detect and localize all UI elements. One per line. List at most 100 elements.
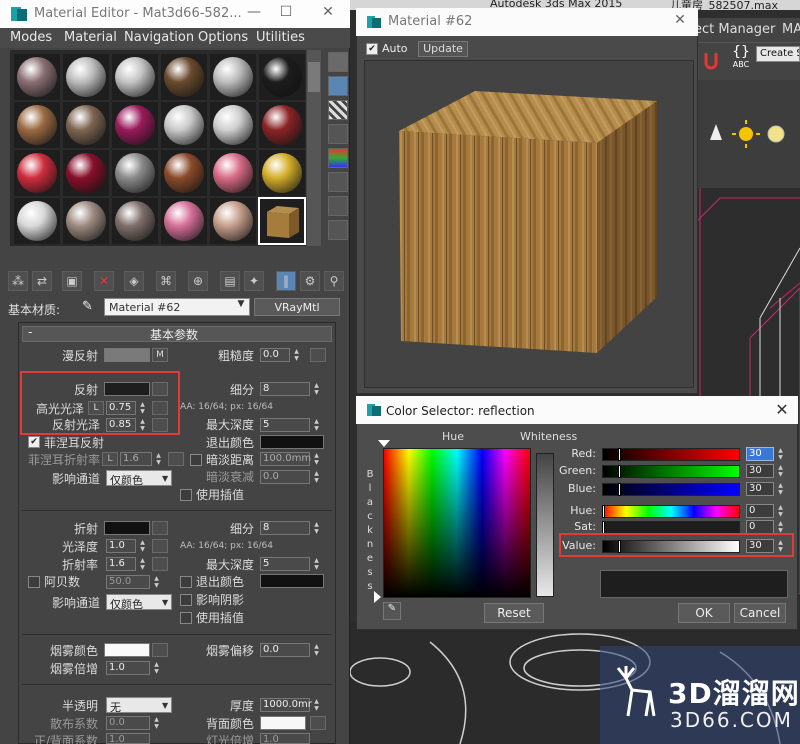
material-slot[interactable] — [14, 150, 60, 196]
pick-material-icon[interactable]: ⚲ — [324, 271, 344, 291]
collapse-icon[interactable]: - — [28, 325, 32, 339]
material-slot[interactable] — [161, 54, 207, 100]
refl-gloss-map-button[interactable] — [152, 418, 168, 432]
color-value-spinner[interactable]: 30 — [746, 447, 774, 461]
max-depth-arrows[interactable]: ▲ ▼ — [312, 418, 321, 432]
ior-map-button[interactable] — [152, 557, 168, 571]
material-id-icon[interactable]: ⊕ — [188, 271, 208, 291]
color-value-spinner[interactable]: 0 — [746, 520, 774, 534]
maximize-button[interactable]: ☐ — [272, 4, 300, 24]
abbe-spinner[interactable]: 50.0 — [106, 575, 150, 589]
backlight-icon[interactable] — [328, 76, 348, 96]
light-mult-spinner[interactable]: 1.0 — [260, 733, 310, 744]
background-icon[interactable] — [328, 100, 348, 120]
color-slider[interactable] — [602, 465, 740, 478]
material-slot[interactable] — [112, 198, 158, 244]
options-icon[interactable] — [328, 196, 348, 216]
video-color-check-icon[interactable] — [328, 148, 348, 168]
subdivs-spinner[interactable]: 8 — [260, 382, 310, 396]
diffuse-map-button[interactable]: M — [152, 348, 168, 362]
back-color-swatch[interactable] — [260, 716, 306, 730]
use-interp-checkbox[interactable] — [180, 489, 192, 501]
fwd-bck-spinner[interactable]: 1.0 — [106, 733, 150, 744]
ior-arrows[interactable]: ▲ ▼ — [138, 557, 147, 571]
material-slot[interactable] — [14, 54, 60, 100]
refr-use-interp-checkbox[interactable] — [180, 612, 192, 624]
color-value-spinner[interactable]: 30 — [746, 464, 774, 478]
refr-subdivs-arrows[interactable]: ▲ ▼ — [312, 521, 321, 535]
show-shaded-icon[interactable]: ▤ — [220, 271, 240, 291]
reset-button[interactable]: Reset — [484, 603, 544, 623]
roughness-spinner-arrows[interactable]: ▲ ▼ — [292, 348, 301, 362]
material-slot[interactable] — [63, 102, 109, 148]
update-button[interactable]: Update — [418, 41, 468, 57]
put-to-library-icon[interactable]: ⌘ — [156, 271, 176, 291]
fog-bias-arrows[interactable]: ▲ ▼ — [312, 643, 321, 657]
refl-gloss-arrows[interactable]: ▲ ▼ — [138, 418, 147, 432]
scatter-spinner[interactable]: 0.0 — [106, 716, 150, 730]
color-value-arrows[interactable]: ▲ ▼ — [776, 464, 785, 478]
color-slider-marker[interactable] — [618, 483, 621, 496]
abbe-arrows[interactable]: ▲ ▼ — [152, 575, 161, 589]
roughness-spinner[interactable]: 0.0 — [260, 348, 290, 362]
go-forward-sibling-icon[interactable]: ⚙ — [300, 271, 320, 291]
material-slot[interactable] — [112, 102, 158, 148]
material-slot[interactable] — [210, 54, 256, 100]
sample-type-icon[interactable] — [328, 52, 348, 72]
material-slot[interactable] — [210, 102, 256, 148]
hilight-gloss-map-button[interactable] — [152, 401, 168, 415]
material-slot[interactable] — [259, 102, 305, 148]
thickness-arrows[interactable]: ▲ ▼ — [312, 698, 321, 712]
material-slot[interactable] — [259, 150, 305, 196]
slot-scrollbar-thumb[interactable] — [308, 62, 320, 92]
color-slider-marker[interactable] — [618, 448, 621, 461]
color-value-arrows[interactable]: ▲ ▼ — [776, 447, 785, 461]
color-value-arrows[interactable]: ▲ ▼ — [776, 520, 785, 534]
fresnel-ior-arrows[interactable]: ▲ ▼ — [154, 452, 163, 466]
scatter-arrows[interactable]: ▲ ▼ — [152, 716, 161, 730]
go-to-parent-icon[interactable]: ‖ — [276, 271, 296, 291]
material-slot[interactable] — [161, 102, 207, 148]
gloss-map-button[interactable] — [152, 539, 168, 553]
color-slider[interactable] — [602, 483, 740, 496]
ior-spinner[interactable]: 1.6 — [106, 557, 136, 571]
fresnel-lock-button[interactable]: L — [102, 452, 118, 466]
blackness-marker[interactable] — [374, 591, 381, 603]
color-slider-marker[interactable] — [602, 505, 605, 518]
roughness-map-button[interactable] — [310, 348, 326, 362]
dim-distance-spinner[interactable]: 100.0mm — [260, 452, 311, 466]
material-slot[interactable] — [63, 54, 109, 100]
dim-distance-arrows[interactable]: ▲ ▼ — [312, 452, 321, 466]
menu-options[interactable]: Options — [198, 30, 248, 45]
color-value-spinner[interactable]: 30 — [746, 482, 774, 496]
auto-checkbox[interactable]: ✔ — [366, 43, 378, 55]
hue-blackness-field[interactable] — [383, 448, 531, 598]
hilight-gloss-arrows[interactable]: ▲ ▼ — [138, 401, 147, 415]
refr-exit-color-checkbox[interactable] — [180, 576, 192, 588]
eyedropper-icon[interactable]: ✎ — [82, 299, 100, 317]
hilight-gloss-spinner[interactable]: 0.75 — [106, 401, 136, 415]
refl-gloss-spinner[interactable]: 0.85 — [106, 418, 136, 432]
chevron-down-icon[interactable]: ▼ — [162, 701, 168, 710]
menu-navigation[interactable]: Navigation — [124, 30, 194, 45]
material-slot[interactable] — [161, 150, 207, 196]
material-slot[interactable] — [210, 198, 256, 244]
material-slot[interactable] — [112, 150, 158, 196]
fog-mult-arrows[interactable]: ▲ ▼ — [152, 661, 161, 675]
hue-marker[interactable] — [378, 440, 390, 447]
menu-ma[interactable]: MA — [782, 22, 800, 37]
fresnel-ior-map-button[interactable] — [168, 452, 184, 466]
material-slot[interactable] — [14, 102, 60, 148]
max-depth-spinner[interactable]: 5 — [260, 418, 310, 432]
refr-max-depth-spinner[interactable]: 5 — [260, 557, 310, 571]
dim-falloff-spinner[interactable]: 0.0 — [260, 470, 310, 484]
whiteness-bar[interactable] — [536, 453, 554, 597]
close-icon[interactable]: ✕ — [770, 400, 794, 420]
material-slot[interactable] — [210, 150, 256, 196]
eyedropper-icon[interactable]: ✎ — [383, 602, 401, 620]
fresnel-checkbox[interactable]: ✔ — [28, 436, 40, 448]
fog-bias-spinner[interactable]: 0.0 — [260, 643, 310, 657]
color-slider-marker[interactable] — [618, 465, 621, 478]
assign-to-selection-icon[interactable]: ▣ — [62, 271, 82, 291]
select-by-material-icon[interactable] — [328, 220, 348, 240]
